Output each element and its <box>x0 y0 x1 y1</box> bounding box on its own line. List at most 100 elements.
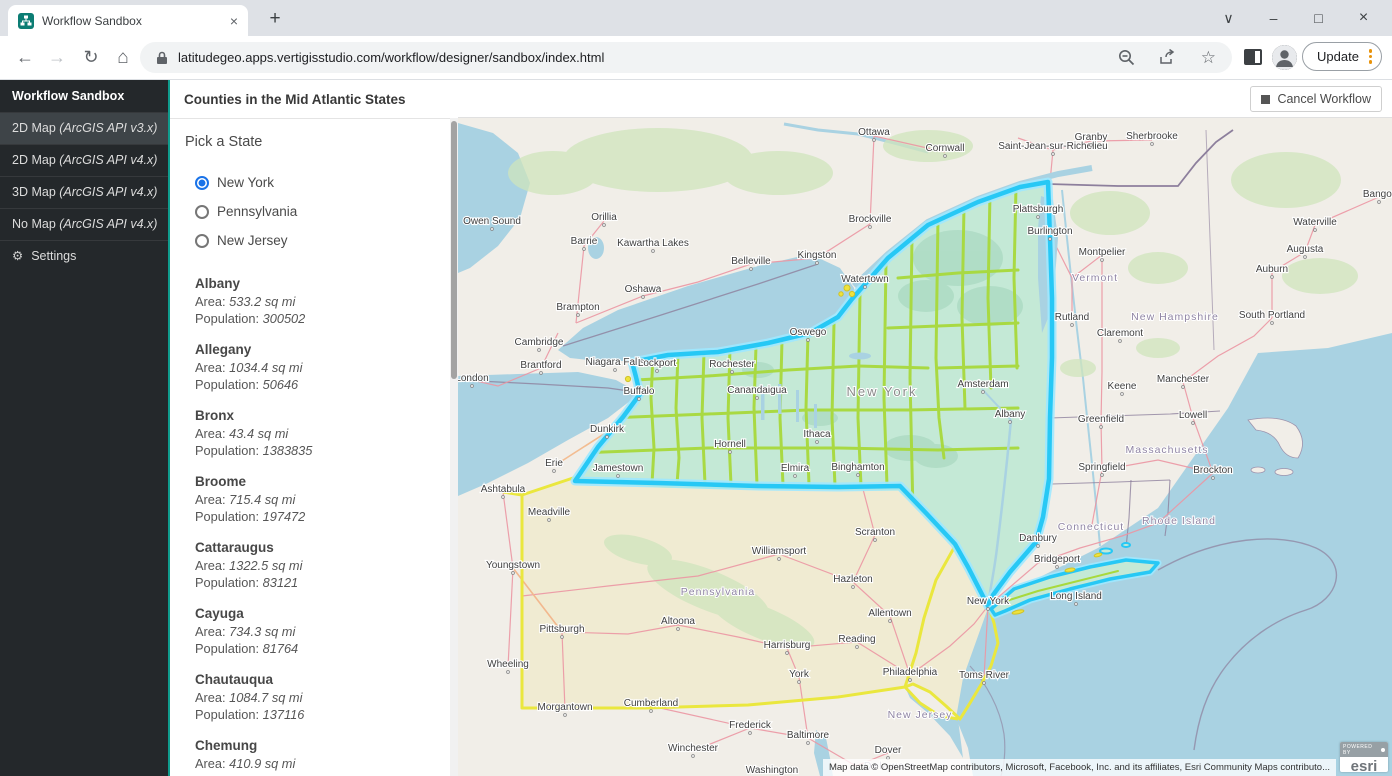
map-header-bar: Cancel Workflow <box>458 80 1392 118</box>
state-radio-group: New York Pennsylvania New Jersey <box>195 168 450 255</box>
svg-text:Brockton: Brockton <box>1193 465 1232 476</box>
svg-text:Plattsburgh: Plattsburgh <box>1013 204 1064 215</box>
svg-text:Canandaigua: Canandaigua <box>727 385 787 396</box>
minimize-button[interactable]: – <box>1251 10 1296 26</box>
svg-text:Pittsburgh: Pittsburgh <box>539 624 584 635</box>
svg-text:Kingston: Kingston <box>798 250 837 261</box>
svg-text:Brantford: Brantford <box>520 360 561 371</box>
new-tab-button[interactable]: + <box>262 5 288 33</box>
svg-text:Augusta: Augusta <box>1287 244 1324 255</box>
side-panel-icon[interactable] <box>1243 47 1263 67</box>
panel-scrollbar[interactable] <box>450 118 458 776</box>
svg-text:Montpelier: Montpelier <box>1079 247 1126 258</box>
svg-text:Brampton: Brampton <box>556 302 599 313</box>
svg-text:Philadelphia: Philadelphia <box>883 667 938 678</box>
svg-text:Oswego: Oswego <box>790 327 827 338</box>
svg-text:Rutland: Rutland <box>1055 312 1089 323</box>
sidebar-item-no-map[interactable]: No Map (ArcGIS API v4.x) <box>0 208 168 240</box>
radio-label: Pennsylvania <box>217 204 297 219</box>
svg-text:Harrisburg: Harrisburg <box>764 640 811 651</box>
sidebar-item-2d-map[interactable]: 2D Map (ArcGIS API v4.x) <box>0 144 168 176</box>
esri-brand: esri <box>1340 757 1388 772</box>
map-canvas[interactable]: OttawaCornwallSaint-Jean-sur-RichelieuGr… <box>458 118 1392 776</box>
svg-text:Cornwall: Cornwall <box>926 143 965 154</box>
svg-text:Lockport: Lockport <box>638 358 677 369</box>
cancel-workflow-button[interactable]: Cancel Workflow <box>1250 86 1382 112</box>
sidebar-item-3d-map[interactable]: 3D Map (ArcGIS API v4.x) <box>0 176 168 208</box>
svg-text:Oshawa: Oshawa <box>625 284 662 295</box>
profile-avatar[interactable] <box>1272 45 1297 70</box>
svg-text:Winchester: Winchester <box>668 743 719 754</box>
svg-text:Ottawa: Ottawa <box>858 127 890 138</box>
scrollbar-thumb[interactable] <box>451 121 457 379</box>
tab-title: Workflow Sandbox <box>42 14 230 28</box>
svg-text:Barrie: Barrie <box>571 236 598 247</box>
home-button[interactable]: ⌂ <box>110 36 136 79</box>
svg-text:London: London <box>458 373 489 384</box>
maximize-button[interactable]: □ <box>1296 10 1341 26</box>
state-radio-new-york[interactable]: New York <box>195 168 450 197</box>
svg-text:Pennsylvania: Pennsylvania <box>681 586 755 598</box>
svg-text:Frederick: Frederick <box>729 720 772 731</box>
svg-text:Buffalo: Buffalo <box>624 386 655 397</box>
svg-text:Dunkirk: Dunkirk <box>590 424 625 435</box>
powered-by-label: POWERED BY <box>1343 744 1381 756</box>
app-sidebar: Workflow Sandbox 2D Map (ArcGIS API v3.x… <box>0 80 168 776</box>
person-icon <box>1272 45 1297 70</box>
svg-text:Reading: Reading <box>838 634 875 645</box>
svg-text:Toms River: Toms River <box>959 670 1010 681</box>
stop-icon <box>1261 95 1270 104</box>
svg-text:Orillia: Orillia <box>591 212 617 223</box>
kebab-menu-icon[interactable] <box>1369 47 1373 66</box>
svg-text:Brockville: Brockville <box>849 214 892 225</box>
radio-icon[interactable] <box>195 234 209 248</box>
radio-icon[interactable] <box>195 176 209 190</box>
svg-text:Dover: Dover <box>875 745 902 756</box>
svg-text:Granby: Granby <box>1075 132 1108 143</box>
back-button[interactable]: ← <box>12 36 38 79</box>
svg-text:Belleville: Belleville <box>731 256 771 267</box>
pick-state-label: Pick a State <box>185 134 450 150</box>
state-radio-pennsylvania[interactable]: Pennsylvania <box>195 197 450 226</box>
svg-text:Scranton: Scranton <box>855 527 895 538</box>
close-window-button[interactable]: × <box>1341 9 1386 27</box>
svg-text:Williamsport: Williamsport <box>752 546 807 557</box>
state-radio-new-jersey[interactable]: New Jersey <box>195 226 450 255</box>
svg-text:Lowell: Lowell <box>1179 410 1207 421</box>
sidebar-item-2d-map[interactable]: 2D Map (ArcGIS API v3.x) <box>0 112 168 144</box>
svg-text:Bridgeport: Bridgeport <box>1034 554 1080 565</box>
update-button[interactable]: Update <box>1302 42 1382 71</box>
address-bar[interactable]: latitudegeo.apps.vertigisstudio.com/work… <box>140 42 1232 73</box>
browser-tab[interactable]: Workflow Sandbox × <box>8 5 248 36</box>
tab-strip: Workflow Sandbox × + ∨ – □ × <box>0 0 1392 36</box>
zoom-out-icon[interactable] <box>1118 49 1135 66</box>
svg-text:Claremont: Claremont <box>1097 328 1143 339</box>
svg-text:South Portland: South Portland <box>1239 310 1305 321</box>
svg-text:Altoona: Altoona <box>661 616 695 627</box>
sidebar-item-settings[interactable]: ⚙Settings <box>0 240 168 272</box>
svg-text:Long Island: Long Island <box>1050 591 1102 602</box>
svg-text:Meadville: Meadville <box>528 507 571 518</box>
svg-text:Bangor: Bangor <box>1363 189 1392 200</box>
radio-icon[interactable] <box>195 205 209 219</box>
svg-text:Rochester: Rochester <box>709 359 755 370</box>
forward-button[interactable]: → <box>44 36 70 79</box>
svg-text:Vermont: Vermont <box>1072 272 1118 284</box>
map-viewport[interactable]: OttawaCornwallSaint-Jean-sur-RichelieuGr… <box>458 118 1392 776</box>
share-icon[interactable] <box>1159 49 1177 66</box>
bookmark-star-icon[interactable]: ☆ <box>1201 49 1216 66</box>
form-title: Counties in the Mid Atlantic States <box>170 80 458 119</box>
svg-text:Keene: Keene <box>1108 381 1137 392</box>
svg-text:Jamestown: Jamestown <box>593 463 644 474</box>
workflow-form-panel: Counties in the Mid Atlantic States Pick… <box>168 80 458 776</box>
reload-button[interactable]: ↻ <box>78 36 104 79</box>
sidebar-title: Workflow Sandbox <box>0 80 168 112</box>
esri-globe-icon <box>1381 748 1385 752</box>
tab-close-icon[interactable]: × <box>230 13 238 29</box>
browser-menu-chevron-icon[interactable]: ∨ <box>1206 10 1251 27</box>
lock-icon <box>156 51 168 65</box>
svg-text:Kawartha Lakes: Kawartha Lakes <box>617 238 689 249</box>
svg-text:Wheeling: Wheeling <box>487 659 529 670</box>
svg-text:Amsterdam: Amsterdam <box>957 379 1008 390</box>
svg-text:Erie: Erie <box>545 458 563 469</box>
